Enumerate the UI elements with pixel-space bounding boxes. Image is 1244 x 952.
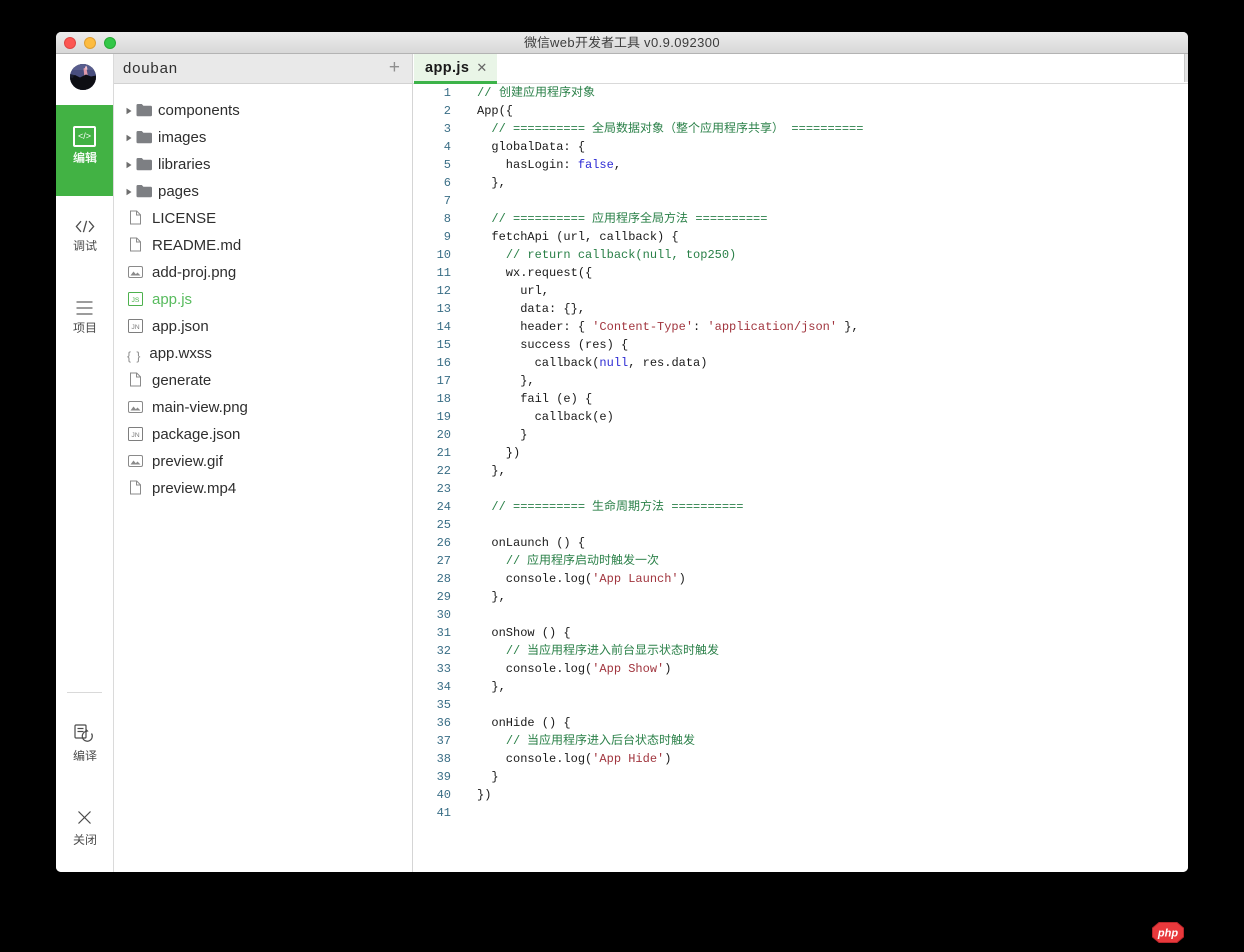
svg-text:php: php bbox=[1157, 928, 1178, 940]
svg-text:JN: JN bbox=[131, 432, 139, 439]
svg-text:JN: JN bbox=[131, 324, 139, 331]
svg-text:JS: JS bbox=[132, 297, 140, 304]
